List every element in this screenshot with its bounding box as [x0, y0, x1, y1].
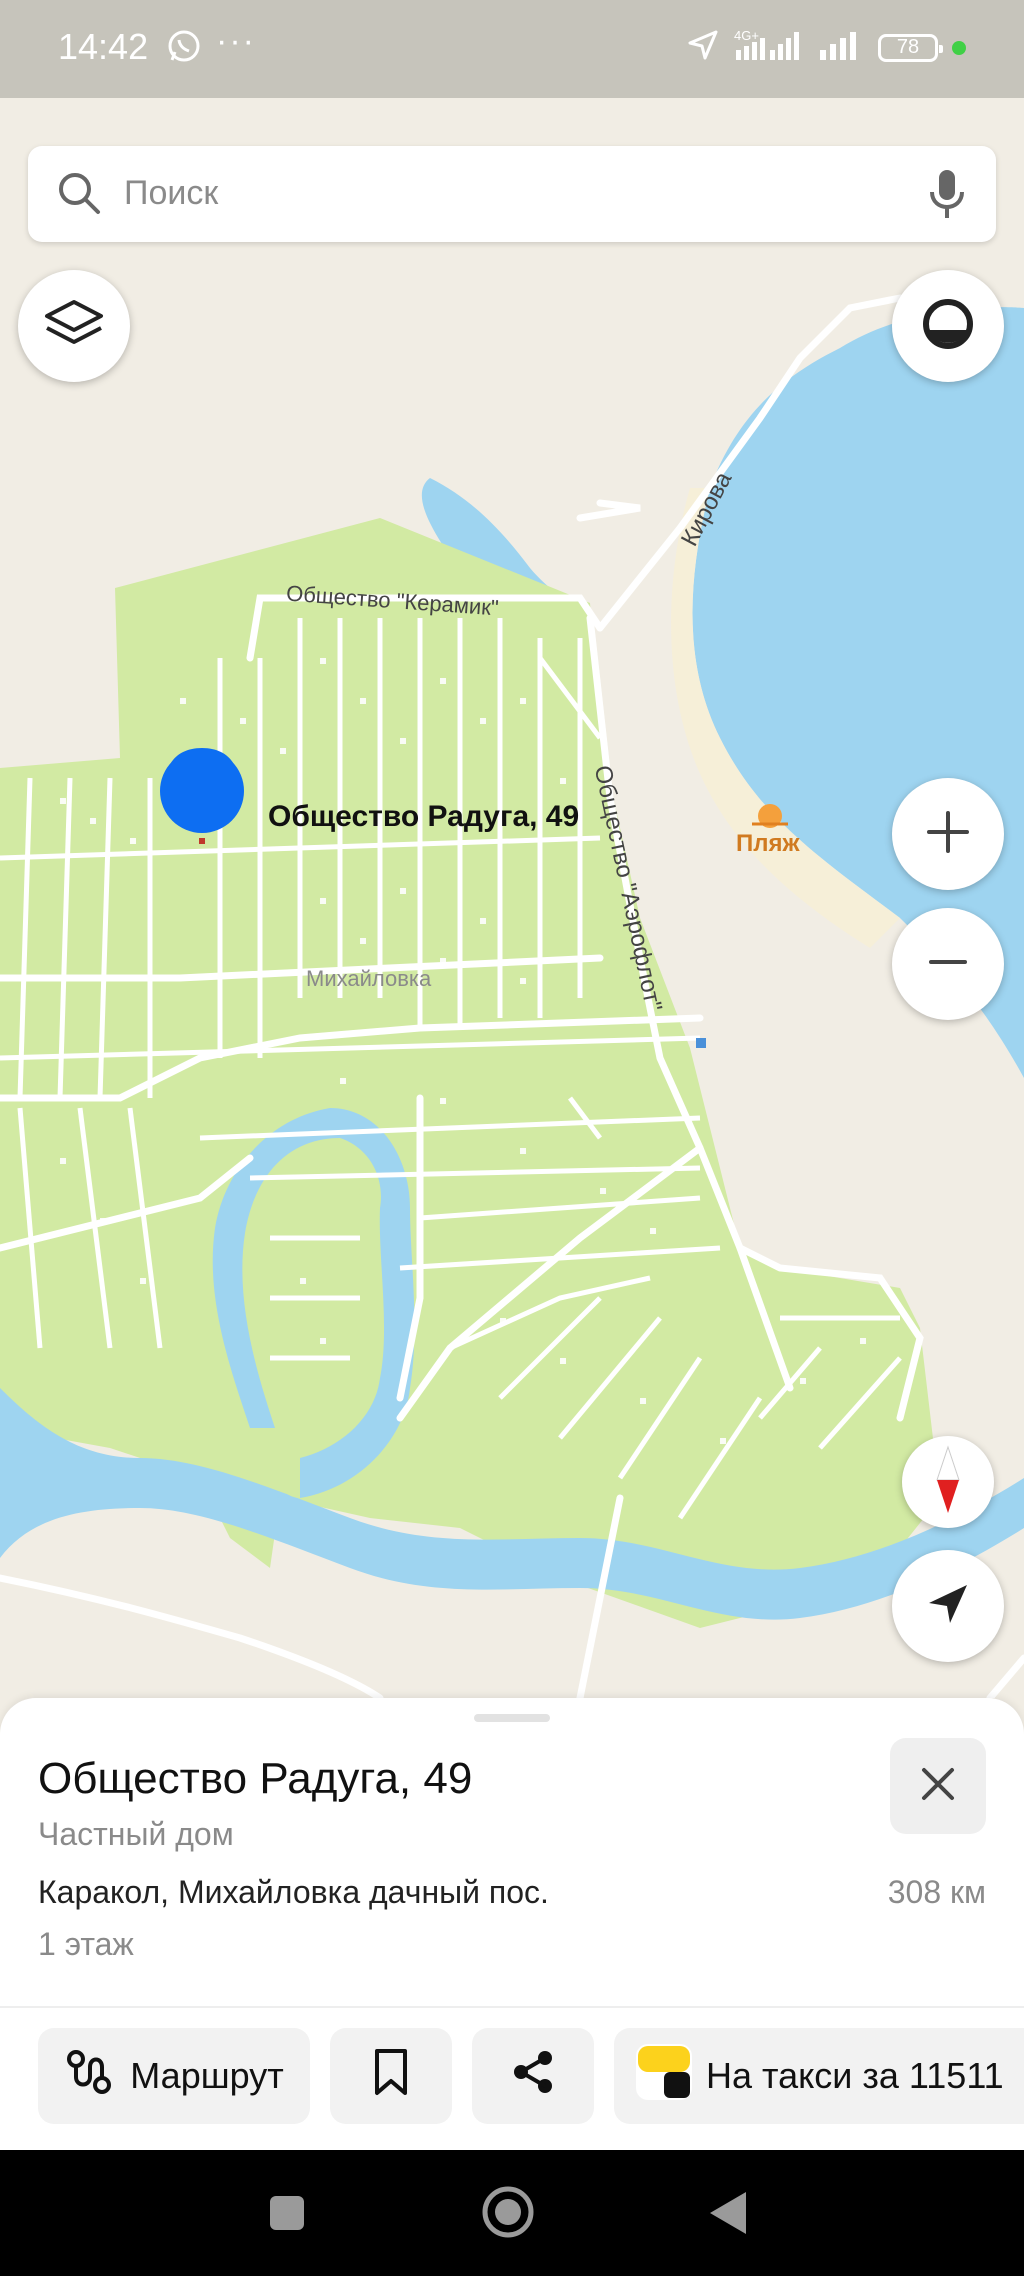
sheet-grabber[interactable]: [474, 1714, 550, 1722]
assistant-button[interactable]: [892, 270, 1004, 382]
signal-icon: [818, 28, 864, 67]
route-icon: [64, 2047, 114, 2106]
bookmark-icon: [371, 2047, 411, 2106]
whatsapp-icon: [166, 28, 202, 69]
place-address: Каракол, Михайловка дачный пос.: [38, 1874, 549, 1910]
taxi-button-label: На такси за 11511: [706, 2055, 1004, 2096]
route-button-label: Маршрут: [130, 2055, 284, 2096]
status-icons: 4G+ 78: [686, 28, 966, 67]
bookmark-button[interactable]: [330, 2028, 452, 2124]
map-canvas: [0, 294, 1024, 1698]
assistant-icon: [918, 294, 978, 359]
search-input[interactable]: Поиск: [124, 174, 218, 213]
compass-icon: [933, 1444, 963, 1520]
my-location-icon: [923, 1579, 973, 1634]
mic-icon[interactable]: [922, 166, 972, 227]
share-icon: [509, 2048, 557, 2105]
action-bar: Маршрут На такси за 11511: [0, 2028, 1024, 2124]
layers-icon: [41, 296, 107, 357]
compass-button[interactable]: [902, 1436, 994, 1528]
taxi-button[interactable]: На такси за 11511: [614, 2028, 1024, 2124]
map-label-beach: Пляж: [736, 830, 800, 857]
search-icon: [54, 168, 104, 223]
svg-text:4G+: 4G+: [734, 28, 759, 43]
map-view[interactable]: Общество "Керамик" Кирова Общество "Аэро…: [0, 98, 1024, 1698]
my-location-button[interactable]: [892, 1550, 1004, 1662]
zoom-in-button[interactable]: [892, 778, 1004, 890]
place-distance: 308 км: [887, 1874, 986, 1910]
system-nav-bar: [0, 2150, 1024, 2276]
home-button[interactable]: [480, 2184, 536, 2245]
map-label-village: Михайловка: [306, 966, 432, 991]
privacy-indicator: [952, 40, 966, 55]
status-time: 14:42: [58, 26, 149, 67]
location-arrow-icon: [686, 28, 720, 67]
share-button[interactable]: [472, 2028, 594, 2124]
place-title: Общество Радуга, 49: [38, 1754, 473, 1803]
status-bar: 14:42 ··· 4G+ 78: [0, 0, 1024, 98]
recents-button[interactable]: [268, 2194, 306, 2237]
zoom-in-icon: [925, 809, 971, 860]
back-button[interactable]: [706, 2190, 748, 2241]
place-floors: 1 этаж: [38, 1926, 134, 1962]
place-card: Общество Радуга, 49 Частный дом Каракол,…: [0, 1698, 1024, 2150]
more-notifications-icon: ···: [216, 22, 256, 60]
zoom-out-icon: [925, 939, 971, 990]
signal-4g-icon: 4G+: [734, 28, 804, 67]
taxi-icon: [636, 2043, 692, 2109]
close-button[interactable]: [890, 1738, 986, 1834]
close-icon: [920, 1766, 956, 1807]
divider: [0, 2006, 1024, 2008]
route-button[interactable]: Маршрут: [38, 2028, 310, 2124]
place-type: Частный дом: [38, 1816, 234, 1852]
search-bar[interactable]: Поиск: [28, 146, 996, 242]
layers-button[interactable]: [18, 270, 130, 382]
zoom-out-button[interactable]: [892, 908, 1004, 1020]
pin-label: Общество Радуга, 49: [268, 800, 580, 833]
battery-icon: 78: [878, 33, 943, 62]
